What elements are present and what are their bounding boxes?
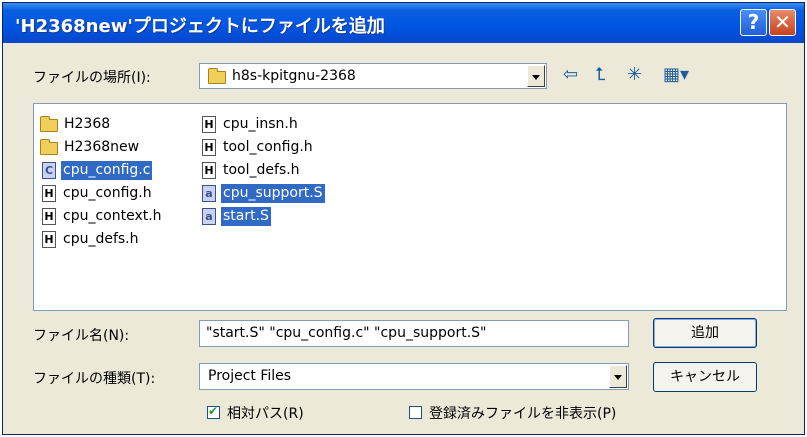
- new-folder-icon[interactable]: ✳: [627, 65, 642, 85]
- close-icon: ✕: [774, 10, 791, 34]
- views-menu-icon[interactable]: ▦▾: [663, 65, 689, 85]
- h-file-icon: H: [42, 185, 56, 202]
- list-item[interactable]: H cpu_defs.h: [42, 229, 192, 250]
- h-file-icon: H: [42, 208, 56, 225]
- chevron-down-icon[interactable]: [609, 365, 627, 388]
- hide-registered-checkbox[interactable]: [409, 406, 422, 419]
- list-item[interactable]: H tool_config.h: [202, 137, 362, 158]
- lookin-label: ファイルの場所(I):: [33, 70, 151, 86]
- list-item[interactable]: a cpu_support.S: [202, 183, 362, 204]
- h-file-icon: H: [42, 231, 56, 248]
- checkmark-icon: ✔: [208, 404, 219, 418]
- list-item[interactable]: H cpu_context.h: [42, 206, 192, 227]
- file-name: cpu_support.S: [221, 184, 325, 203]
- cancel-button[interactable]: キャンセル: [653, 362, 757, 392]
- file-name: cpu_config.c: [61, 161, 153, 180]
- folder-icon: [40, 116, 58, 132]
- file-list[interactable]: H2368 H2368new C cpu_config.c H cpu_conf…: [33, 103, 787, 311]
- filename-label: ファイル名(N):: [33, 328, 130, 344]
- asm-file-icon: a: [202, 208, 216, 225]
- file-name: tool_config.h: [223, 139, 313, 155]
- file-name: cpu_insn.h: [223, 116, 298, 132]
- file-name: H2368: [64, 116, 111, 132]
- file-name: tool_defs.h: [223, 162, 300, 178]
- file-name: H2368new: [64, 139, 140, 155]
- close-button[interactable]: ✕: [769, 9, 796, 36]
- asm-file-icon: a: [202, 185, 216, 202]
- filetype-label: ファイルの種類(T):: [33, 371, 156, 387]
- folder-icon: [208, 68, 226, 84]
- relative-path-label[interactable]: 相対パス(R): [227, 403, 304, 423]
- list-item[interactable]: H cpu_config.h: [42, 183, 192, 204]
- file-name: cpu_context.h: [63, 208, 162, 224]
- lookin-combobox[interactable]: h8s-kpitgnu-2368: [199, 63, 547, 89]
- list-item[interactable]: C cpu_config.c: [42, 160, 192, 181]
- back-icon[interactable]: ⇦: [563, 65, 578, 85]
- dialog-title: 'H2368new'プロジェクトにファイルを追加: [15, 16, 385, 37]
- list-item[interactable]: H tool_defs.h: [202, 160, 362, 181]
- h-file-icon: H: [202, 162, 216, 179]
- lookin-value: h8s-kpitgnu-2368: [232, 68, 356, 84]
- filename-value: "start.S" "cpu_config.c" "cpu_support.S": [206, 325, 487, 341]
- help-button[interactable]: ?: [740, 9, 767, 36]
- list-item[interactable]: a start.S: [202, 206, 362, 227]
- add-files-dialog: 'H2368new'プロジェクトにファイルを追加 ? ✕ ファイルの場所(I):…: [2, 2, 805, 435]
- filename-input[interactable]: "start.S" "cpu_config.c" "cpu_support.S": [199, 320, 629, 347]
- filetype-value: Project Files: [208, 368, 292, 384]
- filetype-combobox[interactable]: Project Files: [199, 363, 629, 390]
- file-name: start.S: [221, 207, 271, 226]
- h-file-icon: H: [202, 116, 216, 133]
- list-item[interactable]: H2368: [40, 114, 190, 135]
- up-folder-icon[interactable]: ⮤: [595, 65, 606, 85]
- list-item[interactable]: H2368new: [40, 137, 190, 158]
- list-item[interactable]: H cpu_insn.h: [202, 114, 362, 135]
- c-file-icon: C: [42, 162, 56, 179]
- file-name: cpu_config.h: [63, 185, 152, 201]
- title-bar[interactable]: 'H2368new'プロジェクトにファイルを追加 ? ✕: [3, 3, 804, 43]
- add-button[interactable]: 追加: [653, 318, 757, 348]
- help-icon: ?: [747, 10, 760, 34]
- relative-path-checkbox[interactable]: ✔: [207, 404, 220, 419]
- chevron-down-icon[interactable]: [527, 65, 545, 87]
- folder-icon: [40, 139, 58, 155]
- h-file-icon: H: [202, 139, 216, 156]
- hide-registered-label[interactable]: 登録済みファイルを非表示(P): [429, 403, 616, 423]
- file-name: cpu_defs.h: [63, 231, 139, 247]
